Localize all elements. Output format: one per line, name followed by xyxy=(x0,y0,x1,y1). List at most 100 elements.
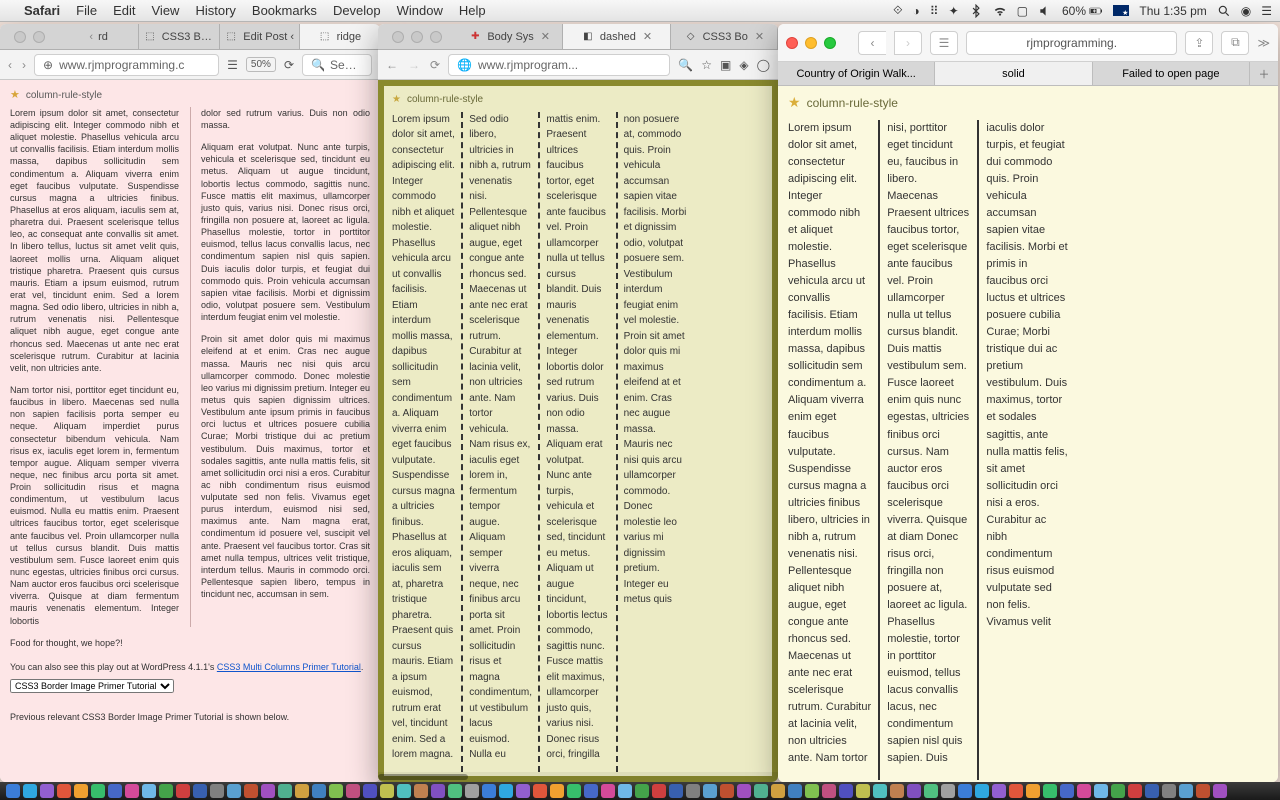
dock-item[interactable] xyxy=(1094,784,1108,798)
dock-item[interactable] xyxy=(159,784,173,798)
display-icon[interactable]: ▢ xyxy=(1017,4,1028,18)
dock-item[interactable] xyxy=(329,784,343,798)
clock[interactable]: Thu 1:35 pm xyxy=(1139,4,1206,18)
reader-icon[interactable]: ☰ xyxy=(227,58,238,72)
dock-item[interactable] xyxy=(1111,784,1125,798)
close-tab-icon[interactable]: ✕ xyxy=(755,30,764,43)
close-button[interactable] xyxy=(14,31,26,43)
spotlight-icon[interactable] xyxy=(1217,4,1231,18)
dock-item[interactable] xyxy=(23,784,37,798)
menu-history[interactable]: History xyxy=(195,3,235,18)
tutorial-link[interactable]: CSS3 Multi Columns Primer Tutorial xyxy=(217,662,361,672)
dock-item[interactable] xyxy=(941,784,955,798)
tabs-button[interactable]: ⧉ xyxy=(1221,31,1249,55)
dock-item[interactable] xyxy=(380,784,394,798)
close-tab-icon[interactable]: ✕ xyxy=(541,30,550,43)
dock-item[interactable] xyxy=(771,784,785,798)
dock-item[interactable] xyxy=(1009,784,1023,798)
dock-item[interactable] xyxy=(1196,784,1210,798)
dock-item[interactable] xyxy=(1128,784,1142,798)
tutorial-select[interactable]: CSS3 Border Image Primer Tutorial xyxy=(10,679,174,693)
horizontal-scrollbar[interactable] xyxy=(378,772,778,782)
menu-bookmarks[interactable]: Bookmarks xyxy=(252,3,317,18)
dock-item[interactable] xyxy=(278,784,292,798)
dock-item[interactable] xyxy=(40,784,54,798)
dock-item[interactable] xyxy=(788,784,802,798)
back-button[interactable]: ‹ xyxy=(858,31,886,55)
dock-item[interactable] xyxy=(924,784,938,798)
dock-item[interactable] xyxy=(618,784,632,798)
dock-item[interactable] xyxy=(856,784,870,798)
reload-button[interactable]: ⟳ xyxy=(284,58,294,72)
dock-item[interactable] xyxy=(227,784,241,798)
menuextra-icon[interactable]: ◑ xyxy=(913,4,920,18)
dock[interactable] xyxy=(0,782,1280,800)
app-name[interactable]: Safari xyxy=(24,3,60,18)
forward-button[interactable]: → xyxy=(408,58,420,72)
tab[interactable]: ◇CSS3 Bo✕ xyxy=(671,24,778,49)
dock-item[interactable] xyxy=(363,784,377,798)
dock-item[interactable] xyxy=(975,784,989,798)
battery-status[interactable]: 60% xyxy=(1062,4,1103,18)
tab[interactable]: Failed to open page xyxy=(1093,62,1250,85)
search-field[interactable]: 🔍 Search xyxy=(302,54,372,76)
dock-item[interactable] xyxy=(57,784,71,798)
menu-develop[interactable]: Develop xyxy=(333,3,381,18)
dock-item[interactable] xyxy=(958,784,972,798)
address-bar[interactable]: rjmprogramming. xyxy=(966,31,1177,55)
dock-item[interactable] xyxy=(907,784,921,798)
new-tab-button[interactable]: ＋ xyxy=(1250,62,1278,85)
star-icon[interactable]: ☆ xyxy=(701,58,712,72)
dock-item[interactable] xyxy=(839,784,853,798)
dock-item[interactable] xyxy=(601,784,615,798)
dock-item[interactable] xyxy=(295,784,309,798)
dock-item[interactable] xyxy=(669,784,683,798)
dock-item[interactable] xyxy=(465,784,479,798)
minimize-button[interactable] xyxy=(33,31,45,43)
minimize-button[interactable] xyxy=(411,31,423,43)
tab[interactable]: ✚Body Sys✕ xyxy=(456,24,563,49)
zoom-level[interactable]: 50% xyxy=(246,57,276,72)
dock-item[interactable] xyxy=(550,784,564,798)
zoom-button[interactable] xyxy=(430,31,442,43)
forward-button[interactable]: › xyxy=(894,31,922,55)
share-button[interactable]: ⇪ xyxy=(1185,31,1213,55)
tab[interactable]: solid xyxy=(935,62,1092,85)
wifi-icon[interactable] xyxy=(993,4,1007,18)
dock-item[interactable] xyxy=(74,784,88,798)
dock-item[interactable] xyxy=(210,784,224,798)
dock-item[interactable] xyxy=(652,784,666,798)
forward-button[interactable]: › xyxy=(22,58,26,72)
dock-item[interactable] xyxy=(397,784,411,798)
tab[interactable]: ⬚Edit Post ‹ xyxy=(220,24,300,49)
menuextra-icon[interactable]: ✦ xyxy=(949,4,959,18)
dock-item[interactable] xyxy=(261,784,275,798)
dock-item[interactable] xyxy=(1077,784,1091,798)
tab[interactable]: ⬚ridge xyxy=(300,24,380,49)
close-button[interactable] xyxy=(392,31,404,43)
menuextra-icon[interactable]: ⟐ xyxy=(893,3,902,18)
extension-icon[interactable]: ▣ xyxy=(720,58,731,72)
dock-item[interactable] xyxy=(686,784,700,798)
dock-item[interactable] xyxy=(1026,784,1040,798)
dock-item[interactable] xyxy=(805,784,819,798)
dock-item[interactable] xyxy=(125,784,139,798)
zoom-icon[interactable]: 🔍 xyxy=(678,58,693,72)
dock-item[interactable] xyxy=(737,784,751,798)
dock-item[interactable] xyxy=(91,784,105,798)
flag-icon[interactable] xyxy=(1113,5,1129,16)
dock-item[interactable] xyxy=(992,784,1006,798)
dock-item[interactable] xyxy=(108,784,122,798)
dock-item[interactable] xyxy=(6,784,20,798)
volume-icon[interactable] xyxy=(1038,4,1052,18)
dock-item[interactable] xyxy=(1145,784,1159,798)
siri-icon[interactable]: ◉ xyxy=(1241,4,1251,18)
tab[interactable]: ‹rd xyxy=(59,24,139,49)
sidebar-button[interactable]: ☰ xyxy=(930,31,958,55)
dock-item[interactable] xyxy=(312,784,326,798)
bluetooth-icon[interactable] xyxy=(969,4,983,18)
address-bar[interactable]: 🌐 www.rjmprogram... xyxy=(448,54,670,76)
dock-item[interactable] xyxy=(720,784,734,798)
menu-window[interactable]: Window xyxy=(397,3,443,18)
menu-edit[interactable]: Edit xyxy=(113,3,135,18)
